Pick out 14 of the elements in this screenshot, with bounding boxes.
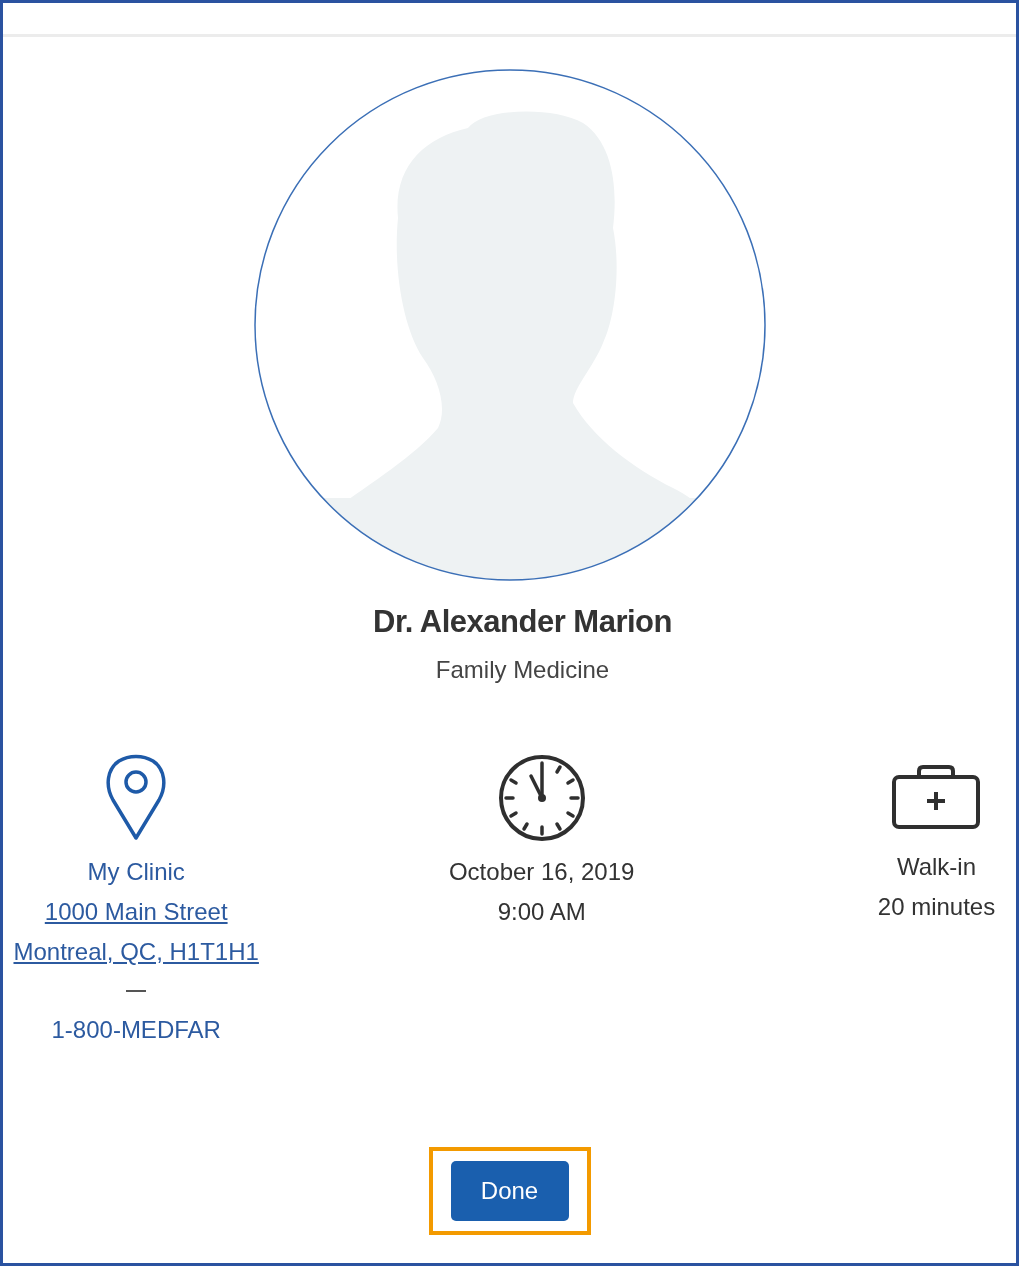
location-pin-icon bbox=[105, 754, 168, 842]
doctor-name: Dr. Alexander Marion bbox=[373, 604, 672, 640]
phone-number: 1-800-MEDFAR bbox=[51, 1015, 221, 1045]
detail-text: My Clinic bbox=[87, 857, 185, 887]
doctor-specialty: Family Medicine bbox=[435, 656, 610, 684]
detail-text: Walk-in bbox=[896, 852, 977, 882]
address-link[interactable]: Montreal, QC, H1T1H1 bbox=[13, 932, 259, 972]
detail-text: October 16, 2019 bbox=[448, 857, 635, 887]
detail-text: 20 minutes bbox=[877, 892, 996, 922]
address-link[interactable]: 1000 Main Street bbox=[44, 892, 228, 932]
clock-icon bbox=[497, 754, 586, 842]
medical-kit-icon bbox=[891, 764, 982, 830]
detail-text: 9:00 AM bbox=[497, 897, 586, 927]
done-button[interactable]: Done bbox=[450, 1161, 569, 1221]
